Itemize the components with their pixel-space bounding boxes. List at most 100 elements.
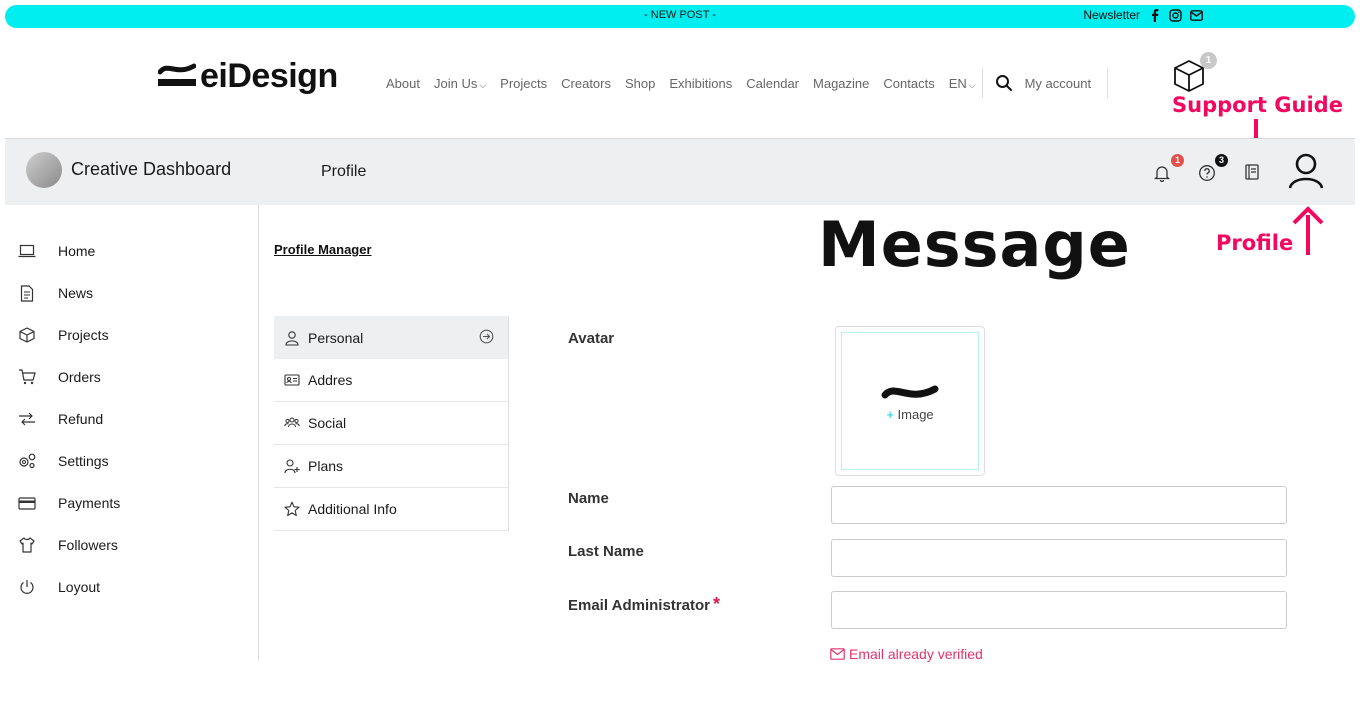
email-verified-status: Email already verified	[830, 646, 983, 662]
avatar-label: Avatar	[568, 330, 615, 347]
profile-user-icon[interactable]	[1286, 150, 1326, 190]
sidebar-item-label: Projects	[58, 327, 109, 343]
mail-icon	[830, 648, 845, 660]
nav-about[interactable]: About	[386, 76, 420, 91]
bell-icon[interactable]	[1153, 164, 1171, 182]
profile-tab-label: Additional Info	[308, 501, 397, 517]
cube-icon	[18, 326, 36, 344]
sidebar-item-label: Refund	[58, 411, 104, 427]
profile-tab-additional-info[interactable]: Additional Info	[274, 488, 508, 531]
name-input[interactable]	[831, 486, 1287, 524]
dashboard-title: Creative Dashboard	[71, 159, 232, 179]
sidebar-item-label: Loyout	[58, 579, 101, 595]
last-name-input[interactable]	[831, 539, 1287, 577]
logo-text: eiDesign	[200, 57, 338, 95]
logo-mark-icon	[158, 63, 196, 86]
nav-calendar[interactable]: Calendar	[746, 76, 799, 91]
site-logo[interactable]: eiDesign	[158, 57, 338, 96]
email-label-text: Email Administrator	[568, 597, 710, 614]
email-verified-text: Email already verified	[849, 646, 983, 662]
avatar-upload[interactable]: + Image	[835, 326, 985, 476]
sidebar-item-followers[interactable]: Followers	[18, 536, 118, 554]
nav-magazine[interactable]: Magazine	[813, 76, 869, 91]
search-icon[interactable]	[995, 74, 1013, 92]
cart-icon	[18, 368, 36, 386]
profile-tab-label: Personal	[308, 329, 364, 346]
sidebar-item-home[interactable]: Home	[18, 242, 95, 260]
help-icon[interactable]	[1198, 164, 1216, 182]
users-group-icon	[284, 415, 300, 431]
my-account-link[interactable]: My account	[1025, 76, 1091, 91]
add-image-label: + Image	[886, 407, 933, 422]
language-select[interactable]: EN ⌵	[949, 76, 976, 91]
id-card-icon	[284, 372, 300, 388]
sidebar-item-payments[interactable]: Payments	[18, 494, 120, 512]
profile-tab-address[interactable]: Addres	[274, 359, 508, 402]
support-guide-annotation: Support Guide	[1172, 93, 1343, 117]
email-label: Email Administrator *	[568, 594, 720, 615]
nav-projects[interactable]: Projects	[500, 76, 547, 91]
nav-creators[interactable]: Creators	[561, 76, 611, 91]
sidebar-item-logout[interactable]: Loyout	[18, 578, 100, 596]
add-image-text: Image	[897, 406, 934, 422]
sidebar-item-label: Orders	[58, 369, 101, 385]
nav-join-us[interactable]: Join Us ⌵	[434, 76, 486, 91]
language-label: EN	[948, 75, 967, 91]
refund-arrows-icon	[18, 410, 36, 428]
announcement-bar: - NEW POST - Newsletter	[5, 5, 1355, 28]
avatar-dropzone[interactable]: + Image	[841, 332, 979, 470]
sidebar-item-settings[interactable]: Settings	[18, 452, 109, 470]
sidebar-item-label: Followers	[58, 537, 118, 553]
required-mark: *	[712, 594, 720, 614]
page-title: Profile	[321, 163, 367, 180]
laptop-icon	[18, 242, 36, 260]
profile-manager-link[interactable]: Profile Manager	[274, 242, 372, 257]
message-annotation: Message	[818, 208, 1131, 281]
profile-tab-plans[interactable]: Plans	[274, 445, 508, 488]
profile-tab-label: Social	[308, 415, 347, 431]
power-icon	[18, 578, 36, 596]
support-guide-book-icon[interactable]	[1243, 163, 1261, 181]
instagram-icon[interactable]	[1169, 8, 1182, 22]
nav-exhibitions[interactable]: Exhibitions	[669, 76, 732, 91]
email-input[interactable]	[831, 591, 1287, 629]
user-avatar[interactable]	[26, 152, 62, 188]
notifications-badge: 1	[1171, 154, 1184, 167]
cart-count-badge: 1	[1200, 52, 1217, 69]
nav-divider	[981, 68, 983, 98]
dashboard-header: Creative Dashboard Profile 1 3	[5, 138, 1355, 205]
profile-tab-label: Addres	[308, 372, 353, 388]
nav-join-us-label: Join Us	[433, 75, 478, 91]
nav-divider	[1107, 68, 1109, 98]
sidebar-item-label: Settings	[58, 453, 109, 469]
arrow-up-icon	[1292, 206, 1324, 255]
nav-contacts[interactable]: Contacts	[883, 76, 934, 91]
mail-icon[interactable]	[1190, 9, 1203, 22]
profile-tab-label: Plans	[308, 458, 344, 474]
newsletter-link[interactable]: Newsletter	[1083, 8, 1140, 22]
nav-shop[interactable]: Shop	[625, 76, 655, 91]
sidebar-item-label: Home	[58, 243, 96, 259]
facebook-icon[interactable]	[1148, 8, 1161, 22]
user-plus-icon	[284, 458, 300, 474]
chevron-down-icon: ⌵	[968, 79, 976, 90]
arrow-circle-icon	[479, 329, 494, 344]
user-icon	[284, 330, 300, 346]
logo-wave-icon	[881, 385, 939, 398]
sidebar-item-refund[interactable]: Refund	[18, 410, 103, 428]
last-name-label: Last Name	[568, 543, 644, 560]
profile-annotation: Profile	[1216, 231, 1294, 255]
sidebar: Home News Projects Orders Refund Setting…	[0, 205, 259, 661]
sidebar-item-label: Payments	[58, 495, 121, 511]
profile-tab-personal[interactable]: Personal	[274, 316, 508, 359]
sidebar-item-orders[interactable]: Orders	[18, 368, 101, 386]
document-icon	[18, 284, 36, 302]
sidebar-item-news[interactable]: News	[18, 284, 93, 302]
profile-menu: Personal Addres Social Plans Additional …	[274, 316, 509, 531]
help-badge: 3	[1215, 154, 1228, 167]
name-label: Name	[568, 490, 609, 507]
credit-card-icon	[18, 494, 36, 512]
sidebar-item-projects[interactable]: Projects	[18, 326, 109, 344]
profile-tab-social[interactable]: Social	[274, 402, 508, 445]
star-icon	[284, 501, 300, 517]
